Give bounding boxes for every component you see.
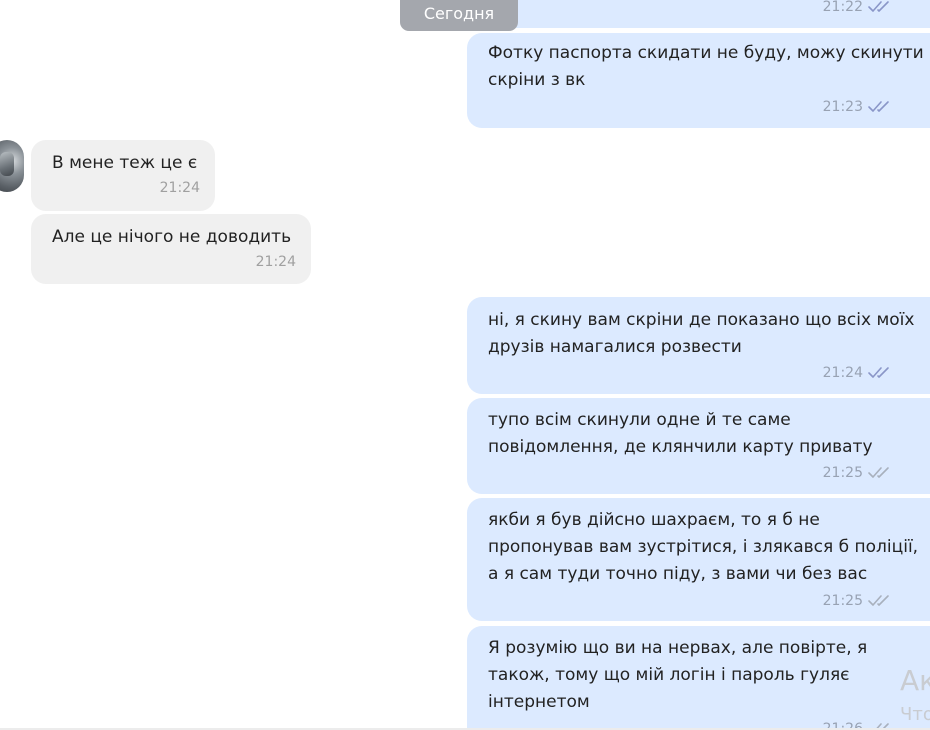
message-bubble-outgoing[interactable]: тупо всім скинули одне й те саме повідом… (467, 398, 930, 494)
message-time: 21:24 (822, 365, 863, 381)
double-check-icon (868, 467, 889, 478)
message-text[interactable]: ні, я скину вам скріни де показано що вс… (488, 307, 914, 361)
double-check-icon (868, 595, 889, 606)
message-time: 21:24 (159, 180, 200, 196)
message-text[interactable]: В мене теж це є (52, 150, 197, 177)
message-time: 21:22 (822, 0, 863, 15)
message-text[interactable]: Я розумію що ви на нервах, але повірте, … (488, 635, 867, 716)
chat-message-area[interactable]: 21:22 Сегодня Фотку паспорта скидати не … (0, 0, 930, 730)
message-text[interactable]: Фотку паспорта скидати не буду, можу ски… (488, 40, 924, 94)
double-check-icon (868, 101, 889, 112)
activation-watermark-subtitle: Что (900, 704, 930, 725)
message-time: 21:23 (822, 99, 863, 115)
message-text[interactable]: Але це нічого не доводить (52, 224, 291, 251)
contact-avatar[interactable] (0, 140, 24, 192)
message-bubble-incoming[interactable]: В мене теж це є 21:24 (31, 140, 215, 211)
message-bubble-outgoing[interactable]: Фотку паспорта скидати не буду, можу ски… (467, 33, 930, 128)
message-time: 21:25 (822, 593, 863, 609)
double-check-icon (868, 367, 889, 378)
date-separator: Сегодня (400, 0, 518, 31)
message-text[interactable]: тупо всім скинули одне й те саме повідом… (488, 407, 873, 461)
message-bubble-outgoing[interactable]: 21:22 (467, 0, 930, 28)
activation-watermark-title: Ак (900, 664, 930, 697)
message-time: 21:24 (255, 254, 296, 270)
message-bubble-incoming[interactable]: Але це нічого не доводить 21:24 (31, 214, 311, 284)
message-bubble-outgoing[interactable]: якби я був дійсно шахраєм, то я б не про… (467, 498, 930, 621)
message-text[interactable]: якби я був дійсно шахраєм, то я б не про… (488, 507, 918, 588)
message-bubble-outgoing[interactable]: ні, я скину вам скріни де показано що вс… (467, 297, 930, 394)
message-bubble-outgoing[interactable]: Я розумію що ви на нервах, але повірте, … (467, 626, 930, 730)
message-time: 21:25 (822, 465, 863, 481)
double-check-icon (868, 1, 889, 12)
